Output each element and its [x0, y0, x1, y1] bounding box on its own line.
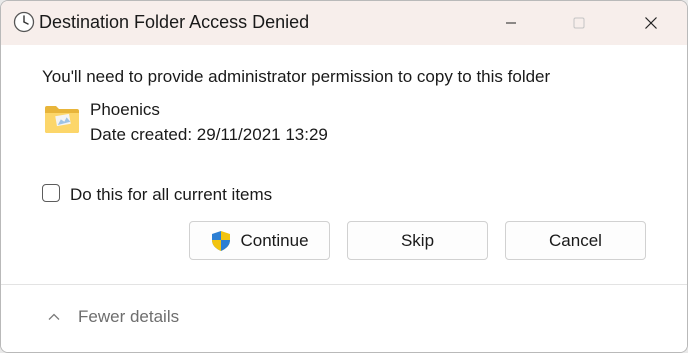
all-items-checkbox[interactable] — [42, 184, 60, 202]
folder-name: Phoenics — [90, 100, 160, 119]
skip-button-label: Skip — [400, 230, 435, 250]
close-button[interactable] — [628, 1, 674, 45]
dialog-window: Destination Folder Access Denied You'll … — [0, 0, 688, 353]
permission-message: You'll need to provide administrator per… — [42, 67, 551, 86]
all-items-checkbox-label[interactable]: Do this for all current items — [70, 185, 272, 205]
title-bar[interactable]: Destination Folder Access Denied — [1, 1, 687, 45]
close-icon — [644, 16, 658, 30]
window-title: Destination Folder Access Denied — [39, 12, 310, 32]
skip-button[interactable]: Skip — [347, 221, 488, 260]
chevron-up-icon — [47, 310, 61, 324]
fewer-details-toggle[interactable]: Fewer details — [47, 307, 179, 327]
maximize-button[interactable] — [556, 1, 602, 45]
continue-button[interactable]: Continue — [189, 221, 330, 260]
minimize-icon — [505, 17, 517, 29]
maximize-icon — [573, 17, 585, 29]
cancel-button[interactable]: Cancel — [505, 221, 646, 260]
minimize-button[interactable] — [488, 1, 534, 45]
fewer-details-label: Fewer details — [78, 307, 180, 326]
folder-icon — [44, 103, 80, 135]
clock-icon — [13, 11, 35, 33]
continue-button-label: Continue — [240, 230, 309, 250]
uac-shield-icon — [210, 230, 232, 252]
details-footer: Fewer details — [1, 284, 687, 352]
cancel-button-label: Cancel — [549, 230, 602, 250]
folder-date-created: Date created: 29/11/2021 13:29 — [90, 125, 328, 144]
